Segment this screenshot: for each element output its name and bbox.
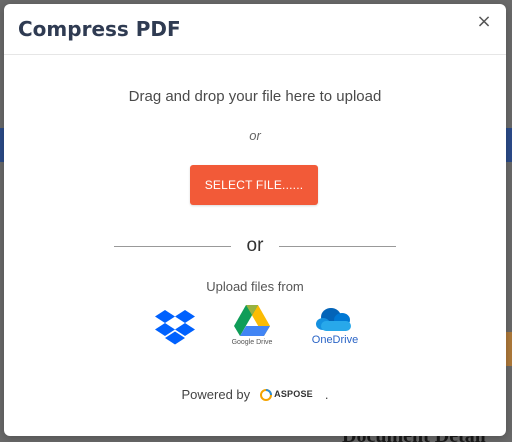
upload-from-label: Upload files from bbox=[206, 279, 304, 294]
background-strip-right bbox=[506, 128, 512, 162]
onedrive-label: OneDrive bbox=[311, 334, 359, 346]
drag-drop-text: Drag and drop your file here to upload bbox=[128, 88, 382, 105]
powered-by-text: Powered by bbox=[181, 387, 251, 402]
cloud-providers: Google Drive OneDrive bbox=[4, 305, 506, 365]
or-separator-small: or bbox=[249, 128, 261, 143]
divider-line-right bbox=[279, 245, 396, 247]
modal-title: Compress PDF bbox=[18, 17, 181, 41]
upload-area[interactable]: Drag and drop your file here to upload o… bbox=[4, 55, 506, 435]
google-drive-button[interactable]: Google Drive bbox=[226, 305, 278, 355]
onedrive-button[interactable]: OneDrive bbox=[306, 307, 364, 351]
or-divider: or bbox=[114, 233, 396, 259]
google-drive-icon bbox=[234, 305, 270, 336]
onedrive-icon bbox=[316, 308, 351, 331]
compress-pdf-modal: Compress PDF × Drag and drop your file h… bbox=[4, 4, 506, 436]
or-separator-large: or bbox=[246, 235, 264, 256]
background-orange-strip bbox=[506, 332, 512, 366]
aspose-brand-text: ASPOSE bbox=[274, 389, 313, 399]
select-file-button[interactable]: SELECT FILE...... bbox=[190, 165, 318, 205]
modal-header: Compress PDF × bbox=[4, 4, 506, 55]
powered-by-dot: . bbox=[324, 387, 329, 402]
google-drive-label: Google Drive bbox=[231, 339, 273, 346]
divider-line-left bbox=[114, 245, 231, 247]
aspose-mark-icon bbox=[260, 388, 273, 401]
close-button[interactable]: × bbox=[474, 11, 494, 32]
aspose-logo[interactable]: ASPOSE bbox=[260, 388, 313, 401]
dropbox-button[interactable] bbox=[154, 309, 196, 349]
powered-by: Powered by ASPOSE . bbox=[4, 387, 506, 402]
dropbox-icon bbox=[155, 310, 195, 345]
